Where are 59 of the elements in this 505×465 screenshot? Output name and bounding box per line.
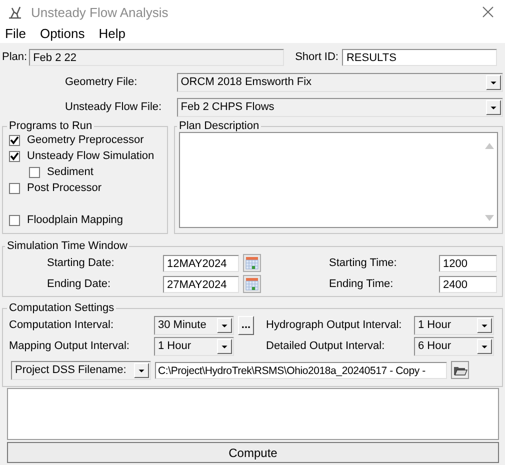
hydrograph-output-interval-dropdown[interactable]: 1 Hour <box>414 316 494 334</box>
geometry-file-label: Geometry File: <box>65 76 138 88</box>
simulation-time-title: Simulation Time Window <box>6 240 128 252</box>
caret-icon <box>486 100 501 114</box>
geometry-file-dropdown[interactable]: ORCM 2018 Emsworth Fix <box>176 72 503 92</box>
ending-date-label: Ending Date: <box>47 278 112 290</box>
detailed-output-interval-label: Detailed Output Interval: <box>266 340 386 352</box>
plan-description-title: Plan Description <box>178 120 260 132</box>
short-id-field[interactable]: RESULTS <box>342 48 498 66</box>
caret-icon <box>477 318 492 332</box>
plan-description-field[interactable] <box>179 132 498 228</box>
compute-button[interactable]: Compute <box>7 442 499 463</box>
project-dss-dropdown[interactable]: Project DSS Filename: <box>11 360 151 380</box>
starting-date-label: Starting Date: <box>47 257 116 269</box>
checkbox-label[interactable]: Floodplain Mapping <box>27 214 124 226</box>
caret-icon <box>217 338 232 354</box>
menu-item[interactable]: File <box>5 26 26 41</box>
close-icon[interactable] <box>482 6 494 18</box>
caret-icon <box>217 318 232 332</box>
starting-date-field[interactable]: 12MAY2024 <box>163 254 239 272</box>
calendar-icon[interactable] <box>243 275 261 293</box>
computation-interval-label: Computation Interval: <box>9 319 115 331</box>
plan-label: Plan: <box>2 51 28 63</box>
caret-icon <box>134 362 149 378</box>
checkbox-label[interactable]: Post Processor <box>27 182 102 194</box>
menu-item[interactable]: Help <box>98 26 126 41</box>
caret-icon <box>486 74 501 90</box>
plan-field[interactable]: Feb 2 22 <box>29 48 284 66</box>
checkbox-label[interactable]: Sediment <box>47 166 94 178</box>
hydrograph-output-interval-label: Hydrograph Output Interval: <box>266 319 403 331</box>
starting-time-field[interactable]: 1200 <box>439 254 497 272</box>
dss-path-field[interactable]: C:\Project\HydroTrek\RSMS\Ohio2018a_20240517 - Copy - <box>155 362 447 378</box>
unsteady-flow-file-dropdown[interactable]: Feb 2 CHPS Flows <box>176 98 503 116</box>
checkbox[interactable] <box>29 166 40 178</box>
checkbox[interactable] <box>9 214 20 226</box>
checkbox-label[interactable]: Unsteady Flow Simulation <box>27 150 154 162</box>
menu-item[interactable]: Options <box>40 26 85 41</box>
mapping-output-interval-dropdown[interactable]: 1 Hour <box>154 336 234 356</box>
computation-interval-dropdown[interactable]: 30 Minute <box>154 316 234 334</box>
caret-icon <box>477 338 492 354</box>
ending-time-label: Ending Time: <box>329 278 394 290</box>
folder-icon[interactable] <box>451 361 469 379</box>
computation-settings-title: Computation Settings <box>8 302 116 314</box>
checkbox[interactable] <box>9 134 20 146</box>
window-title: Unsteady Flow Analysis <box>31 4 170 20</box>
more-button[interactable]: ... <box>238 316 254 334</box>
short-id-label: Short ID: <box>295 51 338 63</box>
programs-group-title: Programs to Run <box>8 120 94 132</box>
checkbox[interactable] <box>9 150 20 162</box>
starting-time-label: Starting Time: <box>329 257 398 269</box>
detailed-output-interval-dropdown[interactable]: 6 Hour <box>414 336 494 356</box>
unsteady-flow-file-label: Unsteady Flow File: <box>65 101 163 113</box>
checkbox-label[interactable]: Geometry Preprocessor <box>27 134 144 146</box>
calendar-icon[interactable] <box>243 254 261 272</box>
checkbox[interactable] <box>9 182 20 194</box>
ending-date-field[interactable]: 27MAY2024 <box>163 276 239 292</box>
app-icon <box>7 4 23 20</box>
ending-time-field[interactable]: 2400 <box>439 276 497 292</box>
mapping-output-interval-label: Mapping Output Interval: <box>9 340 130 352</box>
